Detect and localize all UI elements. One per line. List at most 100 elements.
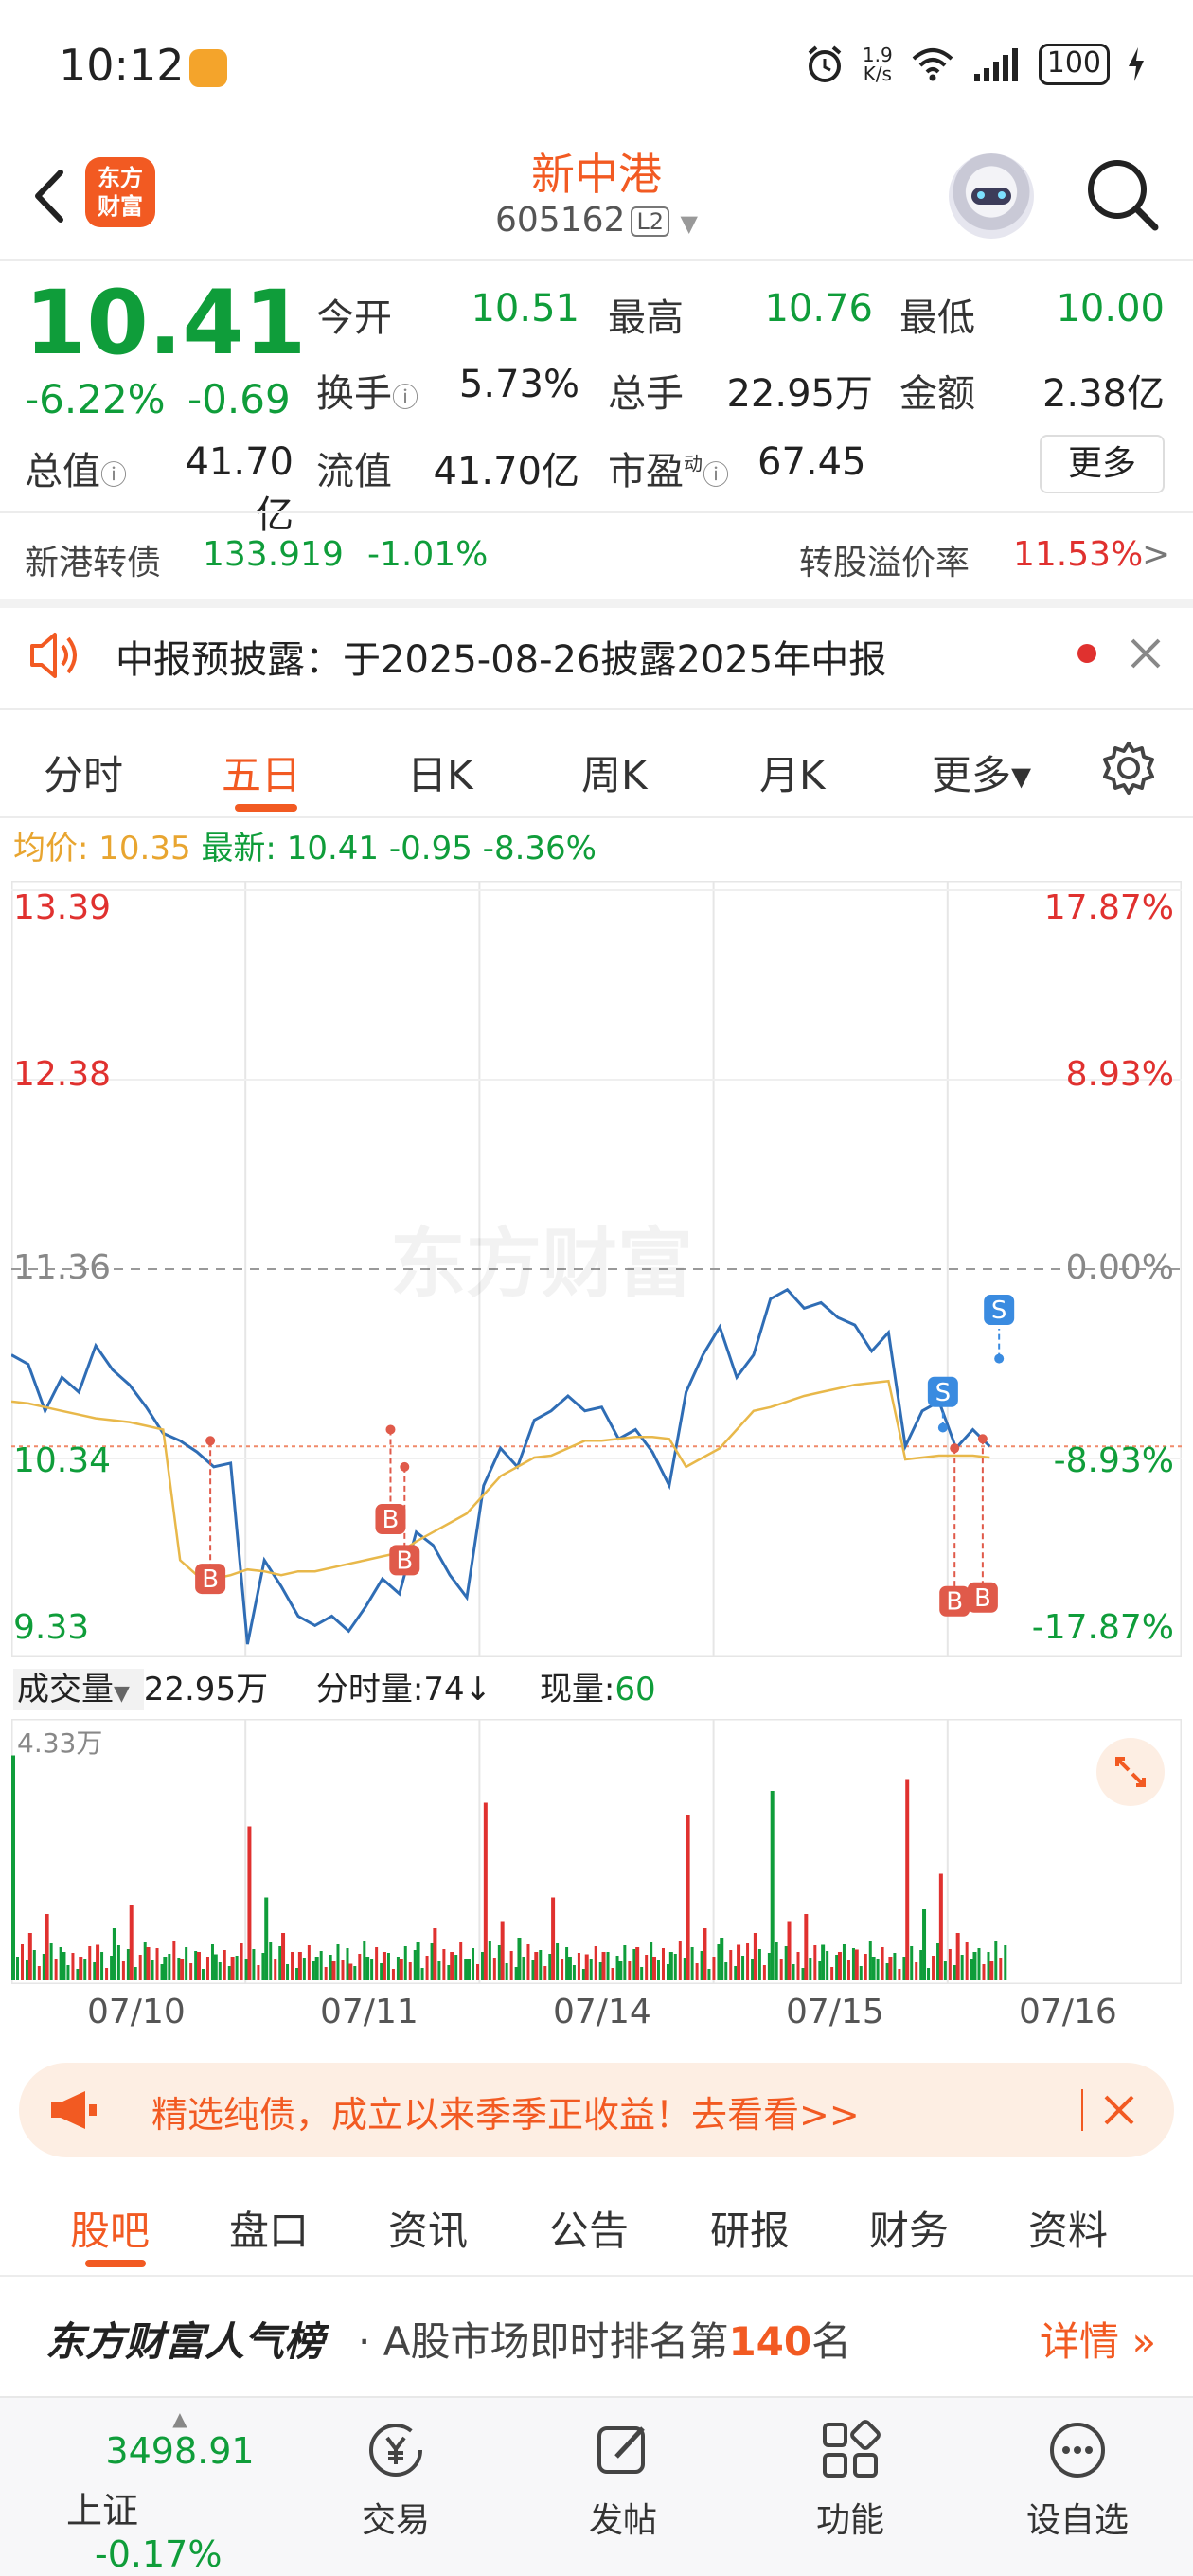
volume-bar [556,1943,560,1980]
volume-bar [534,1952,539,1980]
volume-bar [955,1933,960,1980]
bond-change: -1.01% [367,535,489,574]
tab-daily-k[interactable]: 日K [407,743,473,801]
volume-bar [577,1953,580,1980]
convertible-bond-row[interactable]: 新港转债 133.919 -1.01% 转股溢价率 11.53% > [0,526,1193,592]
volume-bar [835,1955,839,1980]
tab-intraday[interactable]: 分时 [44,743,123,801]
nav-watchlist-settings[interactable]: 设自选 [1002,2417,1153,2542]
volume-bar [370,1959,374,1980]
tab-pankou[interactable]: 盘口 [229,2199,309,2257]
pe-value: 67.45 [757,440,866,484]
expand-icon[interactable] [1096,1738,1165,1806]
volume-bar [548,1954,552,1980]
rank-detail-link[interactable]: 详情 » [1040,2310,1156,2368]
volume-bar [151,1960,154,1980]
volume-bar [543,1966,547,1980]
tab-guba[interactable]: 股吧 [70,2199,150,2257]
search-icon[interactable] [1079,152,1165,237]
more-button[interactable]: 更多 [1040,435,1165,493]
volume-bar [753,1933,757,1980]
tab-weekly-k[interactable]: 周K [581,743,648,801]
volume-bar [213,1954,218,1980]
volume-bar [741,1956,745,1980]
amount-value: 2.38亿 [1042,372,1165,416]
close-icon[interactable] [1100,2091,1138,2129]
nav-trade[interactable]: 交易 [320,2417,472,2542]
premium-value: 11.53% [1013,535,1144,574]
volume-bar [425,1956,429,1980]
high-label: 最高 [608,296,684,340]
tab-news[interactable]: 资讯 [388,2199,468,2257]
volume-bar [281,1933,286,1980]
y-tick-left: 11.36 [13,1248,112,1287]
volume-bar [223,1950,226,1980]
notification-app-icon [189,49,227,87]
unread-dot [1077,644,1096,663]
volume-chart[interactable]: 4.33万 [10,1718,1183,1985]
volume-bar [801,1968,805,1980]
tab-more[interactable]: 更多▾ [932,743,1031,801]
volume-bar [59,1947,62,1980]
status-time: 10:12 [59,40,185,91]
volume-bar [526,1944,530,1980]
y-tick-right: 8.93% [1065,1055,1174,1094]
turnover-label[interactable]: 换手ⓘ [316,363,418,418]
tab-financials[interactable]: 财务 [869,2199,949,2257]
volume-bar [319,1951,323,1980]
tab-monthly-k[interactable]: 月K [759,743,826,801]
volume-bar [522,1957,525,1980]
volume-bar [168,1954,171,1980]
volume-selector[interactable]: 成交量▼ [13,1669,144,1710]
close-icon[interactable] [1127,635,1165,672]
tab-research[interactable]: 研报 [710,2199,790,2257]
info-tabs: 股吧 盘口 资讯 公告 研报 财务 资料 [0,2180,1193,2275]
volume-bar [999,1958,1003,1980]
volume-bar [767,1953,771,1980]
bond-name: 新港转债 [25,544,162,582]
index-ticker[interactable]: ▲ 3498.91 上证 -0.17% [66,2407,294,2575]
tab-profile[interactable]: 资料 [1028,2199,1108,2257]
x-tick: 07/15 [786,1993,884,2031]
volume-bar [79,1957,83,1980]
nav-functions[interactable]: 功能 [775,2417,926,2542]
volume-bar [965,1942,969,1980]
volume-bar [269,1942,273,1980]
popularity-rank-row[interactable]: 东方财富人气榜 · A股市场即时排名第140名 详情 » [0,2287,1193,2382]
active-tab-indicator [85,2260,146,2267]
volume-bar [100,1952,104,1980]
divider [0,816,1193,818]
ai-assistant-avatar[interactable] [949,153,1034,239]
volume-bar [994,1941,998,1980]
pe-label[interactable]: 市盈动ⓘ [608,440,729,495]
volume-bar [483,1802,488,1980]
nav-post[interactable]: 发帖 [547,2417,699,2542]
tab-announcements[interactable]: 公告 [549,2199,629,2257]
volume-bar [66,1965,70,1980]
volume-bar [96,1944,100,1980]
volume-bar [329,1955,332,1980]
volume-bar [868,1941,872,1980]
premium-label: 转股溢价率 [799,544,970,582]
volume-bar [565,1947,569,1980]
volume-bar [830,1967,834,1980]
volume-header: 成交量▼ 22.95万 分时量:74↓ 现量:60 [13,1663,865,1710]
volume-bar [32,1950,36,1980]
amount-label: 金额 [899,372,975,416]
trade-mark-dot [994,1353,1005,1364]
x-tick: 07/16 [1019,1993,1117,2031]
latest-label: 最新: [201,830,276,868]
wifi-icon [912,48,953,81]
tab-five-day[interactable]: 五日 [222,743,301,801]
promo-banner[interactable]: 精选纯债，成立以来季季正收益！去看看>> [19,2063,1174,2157]
bottom-nav: ▲ 3498.91 上证 -0.17% 交易 发帖 功能 设自选 [0,2396,1193,2576]
date-axis: 07/10 07/11 07/14 07/15 07/16 [0,1987,1193,2044]
volume-bar [572,1965,576,1980]
five-day-price-chart[interactable]: BBBSSBB 13.39 12.38 11.36 10.34 9.33 17.… [10,880,1183,1658]
mktcap-label[interactable]: 总值ⓘ [25,440,127,495]
settings-gear-icon[interactable] [1098,738,1159,798]
low-value: 10.00 [1056,287,1165,331]
volume-bar [902,1957,906,1980]
notice-bar[interactable]: 中报预披露：于2025-08-26披露2025年中报 [0,606,1193,701]
volume-bar [403,1946,407,1980]
